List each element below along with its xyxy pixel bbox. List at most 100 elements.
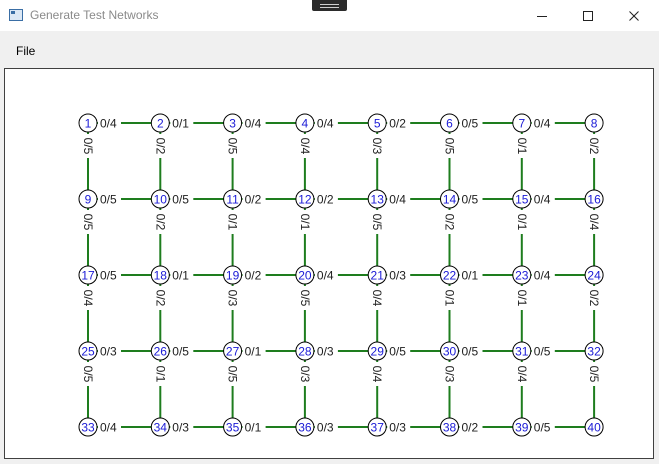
window-title: Generate Test Networks — [30, 8, 159, 22]
edge-label: 0/4 — [515, 366, 529, 383]
node-label: 11 — [226, 192, 239, 206]
edge-label: 0/1 — [172, 117, 189, 131]
node-label: 12 — [298, 192, 312, 206]
edge-label: 0/3 — [443, 366, 457, 383]
edge-label: 0/2 — [462, 421, 479, 435]
edge-label: 0/3 — [317, 345, 334, 359]
edge-label: 0/1 — [515, 290, 529, 307]
edge-label: 0/2 — [587, 138, 601, 155]
node-label: 23 — [515, 268, 529, 282]
edge-label: 0/5 — [462, 345, 479, 359]
node-label: 3 — [229, 116, 236, 130]
node-label: 39 — [515, 420, 529, 434]
edge-label: 0/1 — [245, 421, 262, 435]
edge-label: 0/4 — [100, 117, 117, 131]
node-label: 32 — [587, 344, 601, 358]
node-label: 9 — [85, 192, 92, 206]
app-icon — [9, 9, 23, 21]
edge-label: 0/5 — [81, 138, 95, 155]
edge-label: 0/5 — [81, 366, 95, 383]
node-label: 26 — [154, 344, 168, 358]
edge-label: 0/1 — [153, 366, 167, 383]
menu-bar: File — [0, 31, 659, 67]
edge-label: 0/5 — [587, 366, 601, 383]
edge-label: 0/1 — [443, 290, 457, 307]
node-label: 10 — [154, 192, 168, 206]
edge-label: 0/5 — [389, 345, 406, 359]
edge-label: 0/1 — [515, 138, 529, 155]
edge-label: 0/5 — [226, 366, 240, 383]
edge-label: 0/5 — [81, 214, 95, 231]
snap-handle[interactable] — [312, 0, 347, 11]
edge-label: 0/5 — [100, 269, 117, 283]
edge-label: 0/1 — [515, 214, 529, 231]
edge-label: 0/1 — [245, 345, 262, 359]
edge-label: 0/4 — [389, 193, 406, 207]
edge-label: 0/1 — [172, 269, 189, 283]
node-label: 34 — [154, 420, 168, 434]
edge-label: 0/4 — [298, 138, 312, 155]
close-icon — [629, 10, 639, 21]
edge-label: 0/2 — [153, 214, 167, 231]
node-label: 38 — [443, 420, 457, 434]
edge-label: 0/1 — [462, 269, 479, 283]
edge-label: 0/1 — [298, 214, 312, 231]
node-label: 19 — [226, 268, 240, 282]
edge-label: 0/3 — [298, 366, 312, 383]
maximize-icon — [583, 10, 593, 21]
node-label: 8 — [591, 116, 598, 130]
edge-label: 0/5 — [172, 345, 189, 359]
maximize-button[interactable] — [565, 0, 611, 31]
edge-label: 0/3 — [100, 345, 117, 359]
edge-label: 0/3 — [389, 421, 406, 435]
node-label: 25 — [81, 344, 95, 358]
node-label: 15 — [515, 192, 529, 206]
node-label: 28 — [298, 344, 312, 358]
edge-label: 0/2 — [245, 269, 262, 283]
close-button[interactable] — [611, 0, 657, 31]
minimize-icon — [537, 15, 547, 17]
edge-label: 0/2 — [317, 193, 334, 207]
edge-label: 0/4 — [100, 421, 117, 435]
edge-label: 0/5 — [462, 117, 479, 131]
node-label: 27 — [226, 344, 240, 358]
edge-label: 0/5 — [443, 138, 457, 155]
network-graph: 0/4 0/1 0/4 0/4 0/2 0/5 0/4 0/5 0/5 0/2 0/2 0/4 0/5 0… — [78, 113, 604, 437]
edge-label: 0/3 — [389, 269, 406, 283]
network-canvas[interactable]: 0/4 0/1 0/4 0/4 0/2 0/5 0/4 0/5 0/5 0/2 0/2 0/4 0/5 0… — [4, 68, 654, 459]
node-label: 1 — [85, 116, 92, 130]
node-label: 5 — [374, 116, 381, 130]
node-label: 2 — [157, 116, 164, 130]
edge-label: 0/4 — [534, 117, 551, 131]
edge-label: 0/3 — [172, 421, 189, 435]
menu-file[interactable]: File — [16, 44, 35, 58]
edge-label: 0/4 — [245, 117, 262, 131]
edge-label: 0/1 — [226, 214, 240, 231]
edge-label: 0/3 — [370, 138, 384, 155]
edge-label: 0/4 — [317, 117, 334, 131]
title-bar[interactable]: Generate Test Networks — [0, 0, 659, 31]
edge-label: 0/2 — [245, 193, 262, 207]
node-label: 20 — [298, 268, 312, 282]
edge-label: 0/4 — [370, 290, 384, 307]
edge-label: 0/2 — [587, 290, 601, 307]
edge-label: 0/2 — [389, 117, 406, 131]
edge-label: 0/5 — [172, 193, 189, 207]
edge-label: 0/5 — [100, 193, 117, 207]
edge-label: 0/5 — [226, 138, 240, 155]
edge-label: 0/5 — [534, 345, 551, 359]
node-label: 37 — [371, 420, 385, 434]
edge-label: 0/5 — [298, 290, 312, 307]
edge-label: 0/5 — [462, 193, 479, 207]
edge-label: 0/5 — [370, 214, 384, 231]
node-label: 35 — [226, 420, 240, 434]
minimize-button[interactable] — [519, 0, 565, 31]
node-label: 40 — [587, 420, 601, 434]
edge-label: 0/4 — [534, 269, 551, 283]
edge-label: 0/3 — [226, 290, 240, 307]
node-label: 21 — [371, 268, 385, 282]
edge-label: 0/3 — [317, 421, 334, 435]
node-label: 30 — [443, 344, 457, 358]
edge-label: 0/2 — [153, 290, 167, 307]
node-label: 22 — [443, 268, 457, 282]
